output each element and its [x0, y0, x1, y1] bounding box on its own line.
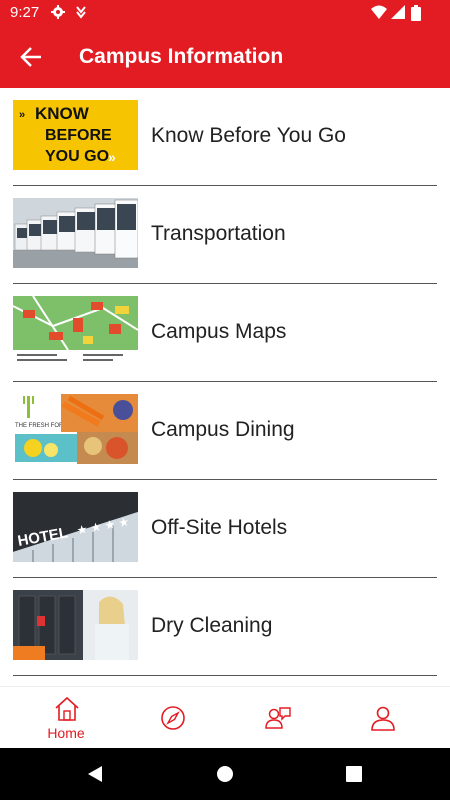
home-icon — [55, 696, 79, 721]
nav-profile[interactable] — [342, 687, 422, 749]
svg-text:»: » — [19, 109, 25, 121]
nav-networking[interactable] — [237, 687, 317, 749]
thumb-know: KNOW — [35, 104, 90, 123]
person-icon — [371, 706, 395, 731]
nav-home-label: Home — [47, 725, 85, 741]
item-label: Dry Cleaning — [151, 614, 273, 637]
list-item-dry-cleaning[interactable]: Dry Cleaning — [0, 578, 450, 676]
hotel-thumbnail: HOTEL ★ ★ ★ ★ — [13, 492, 138, 562]
campus-map-thumbnail — [13, 296, 138, 366]
item-label: Transportation — [151, 222, 286, 245]
dining-thumbnail: THE FRESH FORK — [13, 394, 138, 464]
campus-info-list: » KNOW BEFORE YOU GO » Know Before You G… — [0, 88, 450, 686]
status-bar: 9:27 — [0, 0, 450, 26]
people-chat-icon — [265, 707, 291, 729]
list-item-know-before-you-go[interactable]: » KNOW BEFORE YOU GO » Know Before You G… — [0, 88, 450, 186]
list-item-off-site-hotels[interactable]: HOTEL ★ ★ ★ ★ Off-Site Hotels — [0, 480, 450, 578]
item-label: Campus Dining — [151, 418, 295, 441]
system-navigation-bar — [0, 748, 450, 800]
dry-cleaning-thumbnail — [13, 590, 138, 660]
system-home-icon[interactable] — [216, 765, 234, 783]
page-title: Campus Information — [79, 45, 284, 68]
buses-thumbnail — [13, 198, 138, 268]
status-time: 9:27 — [10, 4, 40, 21]
wifi-icon — [371, 5, 387, 19]
list-item-campus-dining[interactable]: THE FRESH FORK Campus Dining — [0, 382, 450, 480]
svg-text:»: » — [108, 149, 116, 165]
dining-brand: THE FRESH FORK — [15, 423, 67, 429]
item-label: Know Before You Go — [151, 124, 346, 147]
nav-home[interactable]: Home — [26, 687, 106, 749]
system-back-icon[interactable] — [86, 765, 104, 783]
system-recents-icon[interactable] — [346, 766, 362, 782]
back-arrow-icon[interactable] — [15, 42, 47, 72]
battery-icon — [411, 5, 421, 21]
know-before-you-go-thumbnail: » KNOW BEFORE YOU GO » — [13, 100, 138, 170]
download-icon — [76, 6, 86, 19]
thumb-you-go: YOU GO — [45, 148, 109, 165]
bottom-navigation: Home — [0, 686, 450, 749]
settings-gear-icon — [51, 5, 65, 19]
thumb-before: BEFORE — [45, 127, 112, 144]
list-item-campus-maps[interactable]: Campus Maps — [0, 284, 450, 382]
item-label: Off-Site Hotels — [151, 516, 288, 539]
cell-signal-icon — [391, 5, 405, 19]
app-bar: Campus Information — [0, 26, 450, 88]
divider — [13, 675, 437, 676]
item-label: Campus Maps — [151, 320, 287, 343]
nav-explore[interactable] — [132, 687, 212, 749]
compass-icon — [161, 706, 185, 730]
list-item-transportation[interactable]: Transportation — [0, 186, 450, 284]
